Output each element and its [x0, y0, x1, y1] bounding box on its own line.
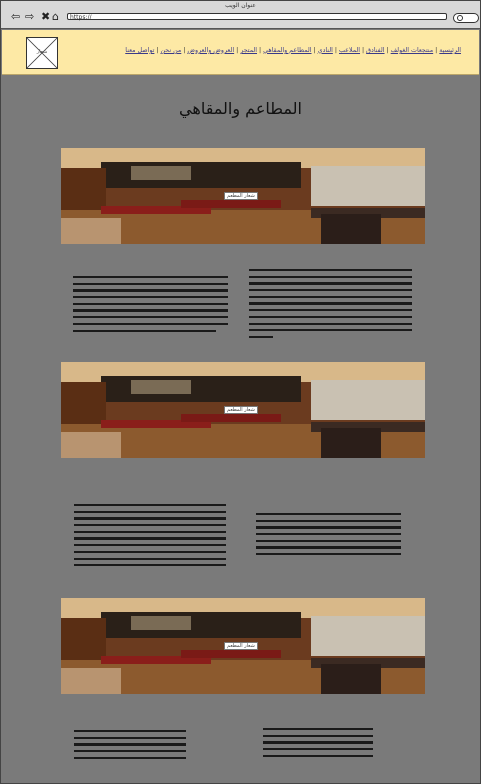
browser-window-title: عنوان الويب — [225, 2, 256, 9]
placeholder-text-left — [74, 504, 226, 571]
photo-caption: شعار المطعم — [224, 406, 258, 414]
site-logo[interactable]: شعار — [26, 37, 58, 69]
site-header: شعار الرئيسية | منتجعات الغولف | الفنادق | … — [2, 30, 479, 75]
logo-alt-text: شعار — [36, 49, 48, 55]
close-icon[interactable]: ✖ — [41, 11, 50, 22]
nav-restaurants[interactable]: المطاعم والمقاهي — [263, 47, 311, 54]
placeholder-text-right — [263, 728, 373, 761]
page-title: المطاعم والمقاهي — [179, 99, 302, 118]
browser-window: عنوان الويب ⇦ ⇨ ✖ ⌂ https:// شعار الرئيس… — [0, 0, 481, 784]
home-icon[interactable]: ⌂ — [52, 11, 59, 22]
restaurant-photo: شعار المطعم — [61, 362, 425, 458]
nav-about[interactable]: من نحن — [161, 47, 182, 54]
forward-arrow-icon[interactable]: ⇨ — [25, 11, 34, 22]
nav-courses[interactable]: الملاعب — [339, 47, 360, 54]
placeholder-text-right — [256, 513, 401, 560]
search-icon[interactable] — [453, 13, 479, 23]
restaurant-photo: شعار المطعم — [61, 598, 425, 694]
nav-offers[interactable]: العروض والعروض — [187, 47, 234, 54]
url-input[interactable]: https:// — [67, 13, 447, 21]
back-arrow-icon[interactable]: ⇦ — [11, 11, 20, 22]
nav-golf-resorts[interactable]: منتجعات الغولف — [391, 47, 434, 54]
photo-caption: شعار المطعم — [224, 192, 258, 200]
placeholder-text-left — [73, 276, 228, 336]
photo-caption: شعار المطعم — [224, 642, 258, 650]
nav-home[interactable]: الرئيسية — [439, 47, 461, 54]
nav-shop[interactable]: المتجر — [240, 47, 257, 54]
nav-club[interactable]: النادي — [318, 47, 333, 54]
browser-toolbar: عنوان الويب ⇦ ⇨ ✖ ⌂ https:// — [1, 1, 480, 29]
main-navigation: الرئيسية | منتجعات الغولف | الفنادق | الملا… — [125, 47, 461, 54]
nav-hotels[interactable]: الفنادق — [366, 47, 384, 54]
restaurant-photo: شعار المطعم — [61, 148, 425, 244]
nav-contact[interactable]: تواصل معنا — [125, 47, 154, 54]
placeholder-text-right — [249, 269, 412, 343]
placeholder-text-left — [74, 730, 186, 763]
